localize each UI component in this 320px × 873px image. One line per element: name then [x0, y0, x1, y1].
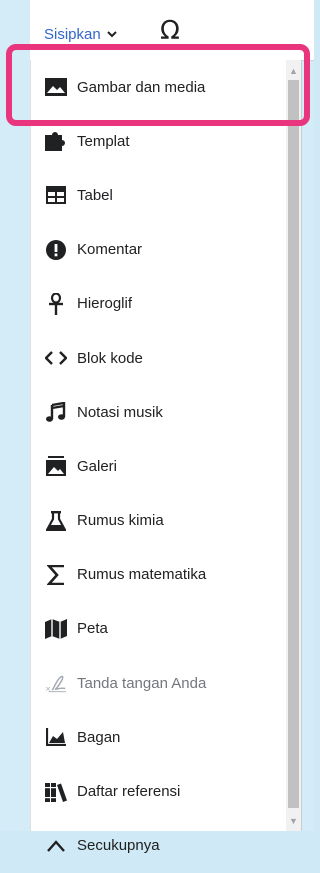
scroll-down-arrow-icon[interactable]: ▼ — [286, 812, 301, 829]
menu-item-label: Rumus kimia — [77, 512, 164, 530]
menu-item-label: Blok kode — [77, 349, 143, 367]
menu-item-label: Templat — [77, 132, 130, 150]
map-icon — [45, 618, 67, 640]
menu-item-music-notation[interactable]: Notasi musik — [31, 385, 286, 439]
flask-icon — [45, 510, 67, 532]
references-icon — [45, 781, 67, 803]
alert-icon — [45, 239, 67, 261]
menu-item-label: Notasi musik — [77, 403, 163, 421]
menu-item-label: Daftar referensi — [77, 783, 181, 801]
music-icon — [45, 401, 67, 423]
chart-icon — [45, 726, 67, 748]
menu-item-label: Secukupnya — [77, 837, 160, 855]
menu-item-show-less[interactable]: Secukupnya — [31, 819, 286, 873]
menu-item-label: Bagan — [77, 728, 121, 746]
insert-menu-button[interactable]: Sisipkan — [44, 22, 117, 46]
menu-item-label: Rumus matematika — [77, 566, 207, 584]
menu-item-references-list[interactable]: Daftar referensi — [31, 764, 286, 818]
menu-item-label: Tabel — [77, 186, 113, 204]
menu-item-comment[interactable]: Komentar — [31, 223, 286, 277]
insert-menu-list: Gambar dan media Templat Tabel Komentar — [31, 60, 286, 873]
menu-item-label: Hieroglif — [77, 295, 133, 313]
highlight-annotation-box — [6, 44, 310, 126]
special-character-button[interactable]: Ω — [160, 14, 180, 48]
puzzle-icon — [45, 130, 67, 152]
menu-item-label: Peta — [77, 620, 108, 638]
sigma-icon — [45, 564, 67, 586]
chevron-up-icon — [45, 835, 67, 857]
menu-item-table[interactable]: Tabel — [31, 168, 286, 222]
scroll-thumb[interactable] — [288, 80, 299, 808]
signature-icon: × — [45, 672, 67, 694]
menu-item-chemical-formula[interactable]: Rumus kimia — [31, 494, 286, 548]
insert-menu-label: Sisipkan — [44, 25, 101, 43]
omega-icon: Ω — [160, 16, 180, 46]
menu-item-gallery[interactable]: Galeri — [31, 439, 286, 493]
menu-item-label: Tanda tangan Anda — [77, 674, 207, 692]
menu-scrollbar[interactable]: ▲ ▼ — [286, 60, 301, 831]
menu-item-hieroglyph[interactable]: Hieroglif — [31, 277, 286, 331]
menu-item-code-block[interactable]: Blok kode — [31, 331, 286, 385]
menu-item-math-formula[interactable]: Rumus matematika — [31, 548, 286, 602]
menu-item-label: Komentar — [77, 241, 143, 259]
gallery-icon — [45, 455, 67, 477]
table-icon — [45, 184, 67, 206]
chevron-down-icon — [106, 31, 117, 38]
menu-item-map[interactable]: Peta — [31, 602, 286, 656]
menu-item-label: Galeri — [77, 457, 118, 475]
menu-item-chart[interactable]: Bagan — [31, 710, 286, 764]
ankh-icon — [45, 292, 67, 315]
menu-item-signature: × Tanda tangan Anda — [31, 656, 286, 710]
code-icon — [45, 347, 67, 369]
insert-dropdown-menu: Gambar dan media Templat Tabel Komentar — [30, 60, 302, 854]
